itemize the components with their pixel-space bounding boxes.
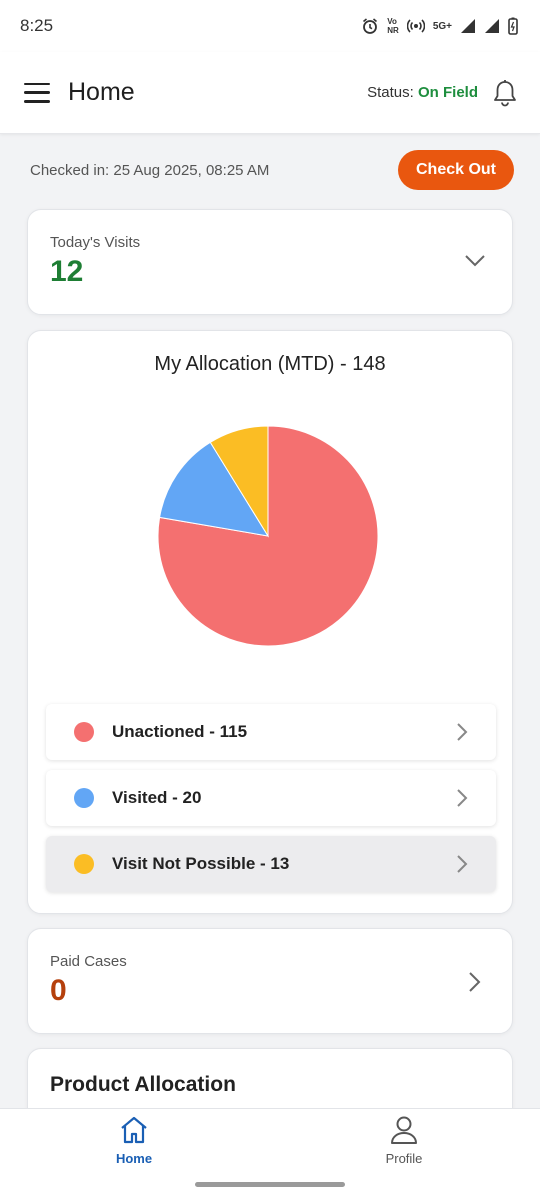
product-allocation-title: Product Allocation xyxy=(50,1073,236,1096)
legend-dot xyxy=(74,722,94,742)
status-value: On Field xyxy=(418,84,478,101)
signal-icon-2 xyxy=(485,19,499,33)
system-status-bar: 8:25 Vo NR 5G+ xyxy=(0,0,540,52)
network-type: 5G+ xyxy=(432,20,452,32)
clock: 8:25 xyxy=(20,16,54,35)
legend-visited[interactable]: Visited - 20 xyxy=(46,770,496,826)
chevron-down-icon[interactable] xyxy=(464,254,486,268)
notification-bell-icon[interactable] xyxy=(492,79,518,107)
legend-unactioned[interactable]: Unactioned - 115 xyxy=(46,704,496,760)
allocation-title: My Allocation (MTD) - 148 xyxy=(154,353,386,375)
paid-cases-card[interactable]: Paid Cases 0 xyxy=(27,928,513,1034)
app-bar: Home Status: On Field xyxy=(0,52,540,134)
legend-dot xyxy=(74,854,94,874)
legend-label: Unactioned - 115 xyxy=(112,722,248,741)
nav-home[interactable]: Home xyxy=(74,1115,194,1171)
paid-cases-label: Paid Cases xyxy=(50,953,127,970)
check-out-button[interactable]: Check Out xyxy=(398,150,514,190)
field-status: Status: On Field xyxy=(367,84,478,101)
visits-label: Today's Visits xyxy=(50,234,141,251)
chevron-right-icon xyxy=(457,855,468,873)
nav-profile[interactable]: Profile xyxy=(344,1115,464,1171)
chevron-right-icon xyxy=(457,789,468,807)
hotspot-icon xyxy=(406,19,425,33)
nav-home-label: Home xyxy=(115,1151,153,1166)
legend-label: Visited - 20 xyxy=(112,788,202,807)
checkin-row: Checked in: 25 Aug 2025, 08:25 AM Check … xyxy=(30,150,514,190)
home-icon xyxy=(121,1116,147,1144)
hamburger-menu-icon[interactable] xyxy=(24,82,50,103)
profile-icon xyxy=(391,1116,417,1144)
page-title: Home xyxy=(68,78,135,106)
volte-indicator: Vo NR xyxy=(387,17,399,35)
legend-dot xyxy=(74,788,94,808)
todays-visits-card[interactable]: Today's Visits 12 xyxy=(27,209,513,315)
signal-icon xyxy=(461,19,475,33)
status-label: Status: xyxy=(367,84,414,101)
alarm-icon xyxy=(363,18,378,34)
gesture-bar xyxy=(195,1182,345,1187)
visits-count: 12 xyxy=(50,255,84,288)
legend-label: Visit Not Possible - 13 xyxy=(112,854,290,873)
nav-profile-label: Profile xyxy=(385,1151,423,1166)
allocation-card: My Allocation (MTD) - 148 Unactioned - 1… xyxy=(27,330,513,914)
chevron-right-icon[interactable] xyxy=(468,971,482,993)
battery-icon xyxy=(508,17,518,35)
checkin-time: Checked in: 25 Aug 2025, 08:25 AM xyxy=(30,161,270,179)
chevron-right-icon xyxy=(457,723,468,741)
status-icons: Vo NR 5G+ xyxy=(361,17,518,35)
legend-visit-not-possible[interactable]: Visit Not Possible - 13 xyxy=(46,836,496,892)
paid-cases-count: 0 xyxy=(50,974,67,1007)
allocation-pie-chart xyxy=(157,425,379,647)
